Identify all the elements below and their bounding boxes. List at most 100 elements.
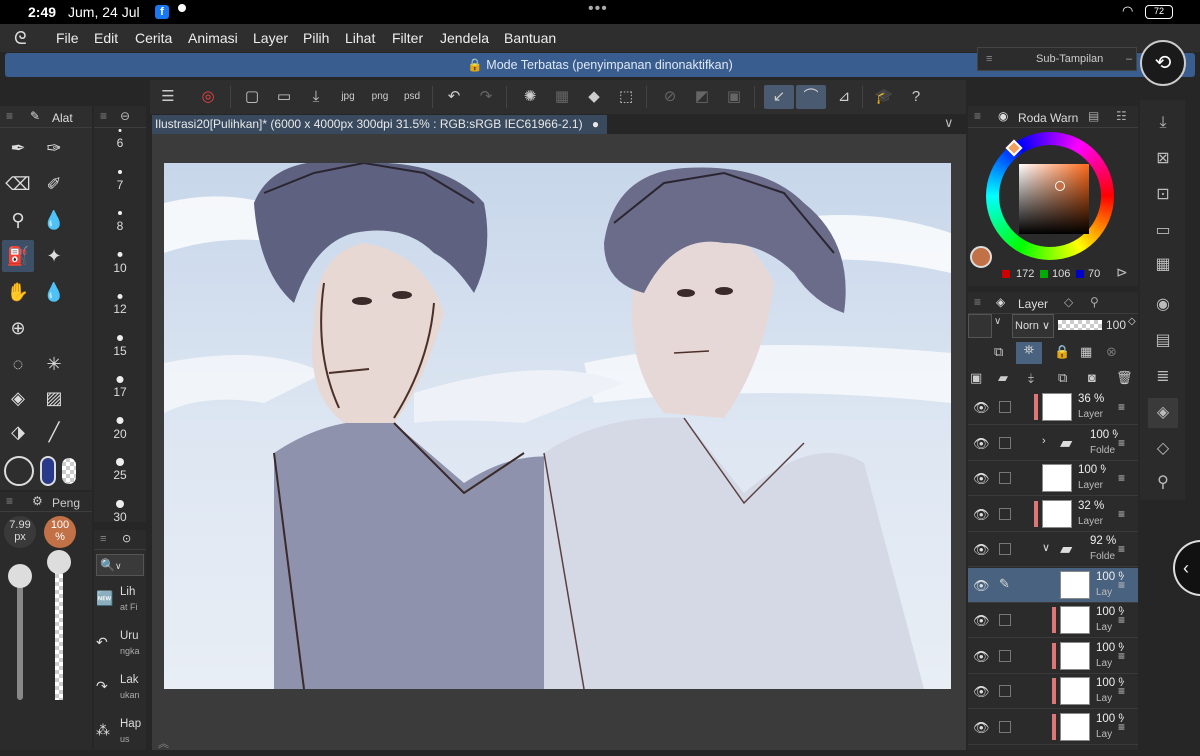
- link-icon[interactable]: ⊖: [120, 109, 130, 123]
- eye-icon[interactable]: 👁: [973, 649, 990, 665]
- menu-lihat[interactable]: Lihat: [345, 30, 375, 46]
- menu-edit[interactable]: Edit: [94, 30, 118, 46]
- brush-size-label[interactable]: 17: [94, 385, 146, 399]
- panel-handle-icon[interactable]: ≡: [974, 295, 981, 309]
- import-icon[interactable]: ⤓: [1148, 108, 1178, 138]
- layer-row[interactable]: 👁 32 % Layer 1 ≡: [968, 497, 1138, 532]
- fill-bucket-icon[interactable]: ◈: [2, 382, 34, 414]
- opacity-slider-handle[interactable]: [47, 550, 71, 574]
- brush-icon[interactable]: ⚲: [2, 204, 34, 236]
- snap-special-ruler-icon[interactable]: ⌒: [796, 85, 826, 109]
- transfer-down-icon[interactable]: ⤈: [1028, 370, 1034, 386]
- brush-size-label[interactable]: 25: [94, 468, 146, 482]
- checkbox[interactable]: [999, 507, 1011, 520]
- brush-size-label[interactable]: 20: [94, 427, 146, 441]
- panel-handle-icon[interactable]: ≡: [100, 533, 106, 545]
- brush-size-dot[interactable]: [116, 375, 124, 383]
- deselect-icon[interactable]: ⊘: [658, 85, 682, 109]
- drawing-canvas[interactable]: [164, 163, 951, 689]
- brush-size-slider-track[interactable]: [17, 572, 23, 700]
- opacity-indicator[interactable]: 100 %: [44, 516, 76, 548]
- pen-tab-icon[interactable]: ✎: [30, 109, 40, 123]
- panel-handle-icon[interactable]: ≡: [6, 494, 13, 508]
- menu-cerita[interactable]: Cerita: [135, 30, 172, 46]
- brush-size-dot[interactable]: [117, 334, 123, 341]
- new-raster-layer-icon[interactable]: ▣: [970, 370, 982, 386]
- checkbox[interactable]: [999, 543, 1011, 555]
- brush-size-label[interactable]: 30: [94, 510, 146, 524]
- redo-icon[interactable]: ↷: [474, 85, 498, 109]
- sub-color-swatch[interactable]: [40, 456, 56, 486]
- layer-row[interactable]: 👁✎100 %Lay≡: [968, 567, 1138, 603]
- brush-size-label[interactable]: 12: [94, 302, 146, 316]
- brush-size-slider-handle[interactable]: [8, 564, 32, 588]
- magic-wand-icon[interactable]: ✳: [38, 348, 70, 380]
- eraser-icon[interactable]: ⌫: [2, 168, 34, 200]
- edit-mode-button[interactable]: ⟲: [1140, 40, 1186, 86]
- export-psd-icon[interactable]: psd: [400, 85, 424, 109]
- trash-icon[interactable]: 🗑: [1116, 370, 1133, 386]
- checkbox[interactable]: [999, 614, 1011, 626]
- menu-animasi[interactable]: Animasi: [188, 30, 238, 46]
- snap-ruler-icon[interactable]: ↙: [764, 85, 794, 109]
- new-file-icon[interactable]: ▢: [240, 85, 264, 109]
- sub-view-panel[interactable]: ≡ Sub-Tampilan –: [977, 47, 1137, 71]
- eye-icon[interactable]: 👁: [973, 471, 990, 487]
- eye-icon[interactable]: 👁: [973, 507, 990, 523]
- chevron-down-icon[interactable]: ∨: [1042, 541, 1050, 554]
- layer-row[interactable]: 👁 100 % Layer 11 ≡: [968, 461, 1138, 496]
- chevron-down-icon[interactable]: ∨: [944, 115, 954, 131]
- drag-handle-icon[interactable]: ≡: [1118, 507, 1125, 521]
- brush-size-indicator[interactable]: 7.99 px: [4, 516, 36, 548]
- brush-size-label[interactable]: 15: [94, 344, 146, 358]
- drag-handle-icon[interactable]: ≡: [1118, 684, 1125, 698]
- brush-size-dot[interactable]: [118, 211, 122, 215]
- combine-down-icon[interactable]: ⧉: [1058, 370, 1067, 386]
- grid-icon[interactable]: ▦: [1148, 250, 1178, 280]
- globe-icon[interactable]: ⊕: [2, 312, 34, 344]
- menu-pilih[interactable]: Pilih: [303, 30, 329, 46]
- checkbox[interactable]: [999, 720, 1011, 733]
- layer-opacity-value[interactable]: 100: [1106, 318, 1126, 332]
- menu-layer[interactable]: Layer: [253, 30, 288, 46]
- drops-icon[interactable]: 💧: [38, 276, 70, 308]
- chevron-right-icon[interactable]: ›: [1042, 435, 1046, 447]
- layer-search-icon[interactable]: ◇: [1148, 434, 1178, 464]
- clear-icon[interactable]: ▦: [550, 85, 574, 109]
- transparent-color-swatch[interactable]: [62, 458, 76, 484]
- color-circle-icon[interactable]: ◉: [1148, 290, 1178, 320]
- chevron-up-icon[interactable]: ︽: [158, 735, 169, 751]
- brush-size-dot[interactable]: [117, 293, 123, 299]
- brush-size-label[interactable]: 6: [94, 136, 146, 150]
- navigator-icon[interactable]: ⚲: [1148, 468, 1178, 498]
- layer-mask-icon[interactable]: ◙: [1088, 370, 1096, 385]
- layer-row[interactable]: 👁 36 % Layer 1 ≡: [968, 390, 1138, 425]
- eye-icon[interactable]: 👁: [973, 578, 990, 594]
- help-icon[interactable]: ?: [904, 85, 928, 109]
- eye-icon[interactable]: 👁: [973, 720, 990, 736]
- brush-size-dot[interactable]: [116, 458, 124, 466]
- material-icon[interactable]: ⊠: [1148, 144, 1178, 174]
- transform-icon[interactable]: ⬚: [614, 85, 638, 109]
- drag-handle-icon[interactable]: ≡: [1118, 436, 1125, 450]
- lock-icon[interactable]: 🔒: [1054, 344, 1070, 360]
- layer-row[interactable]: 👁100 %Lay≡: [968, 639, 1138, 674]
- color-picker-cursor[interactable]: [1055, 181, 1065, 191]
- eye-icon[interactable]: 👁: [973, 542, 990, 558]
- spinner-icon[interactable]: ✺: [518, 85, 542, 109]
- layer-row[interactable]: 👁100 %Lay≡: [968, 603, 1138, 638]
- line-icon[interactable]: ╱: [38, 416, 70, 448]
- menu-jendela[interactable]: Jendela: [440, 30, 489, 46]
- drag-handle-icon[interactable]: ≡: [1118, 471, 1125, 485]
- mask-icon[interactable]: ⊗: [1106, 344, 1117, 360]
- chevron-down-icon[interactable]: ∨: [994, 316, 1001, 327]
- sub-view-icon[interactable]: ⊡: [1148, 180, 1178, 210]
- pen-icon[interactable]: ✒: [2, 132, 34, 164]
- layer-row[interactable]: 👁100 %Lay≡: [968, 674, 1138, 709]
- pencil-icon[interactable]: ✐: [38, 168, 70, 200]
- layer-property-icon[interactable]: ≣: [1148, 362, 1178, 392]
- decoration-icon[interactable]: ✦: [38, 240, 70, 272]
- brush-size-label[interactable]: 10: [94, 261, 146, 275]
- layers-icon[interactable]: ◈: [996, 295, 1005, 309]
- checkbox[interactable]: [999, 436, 1011, 449]
